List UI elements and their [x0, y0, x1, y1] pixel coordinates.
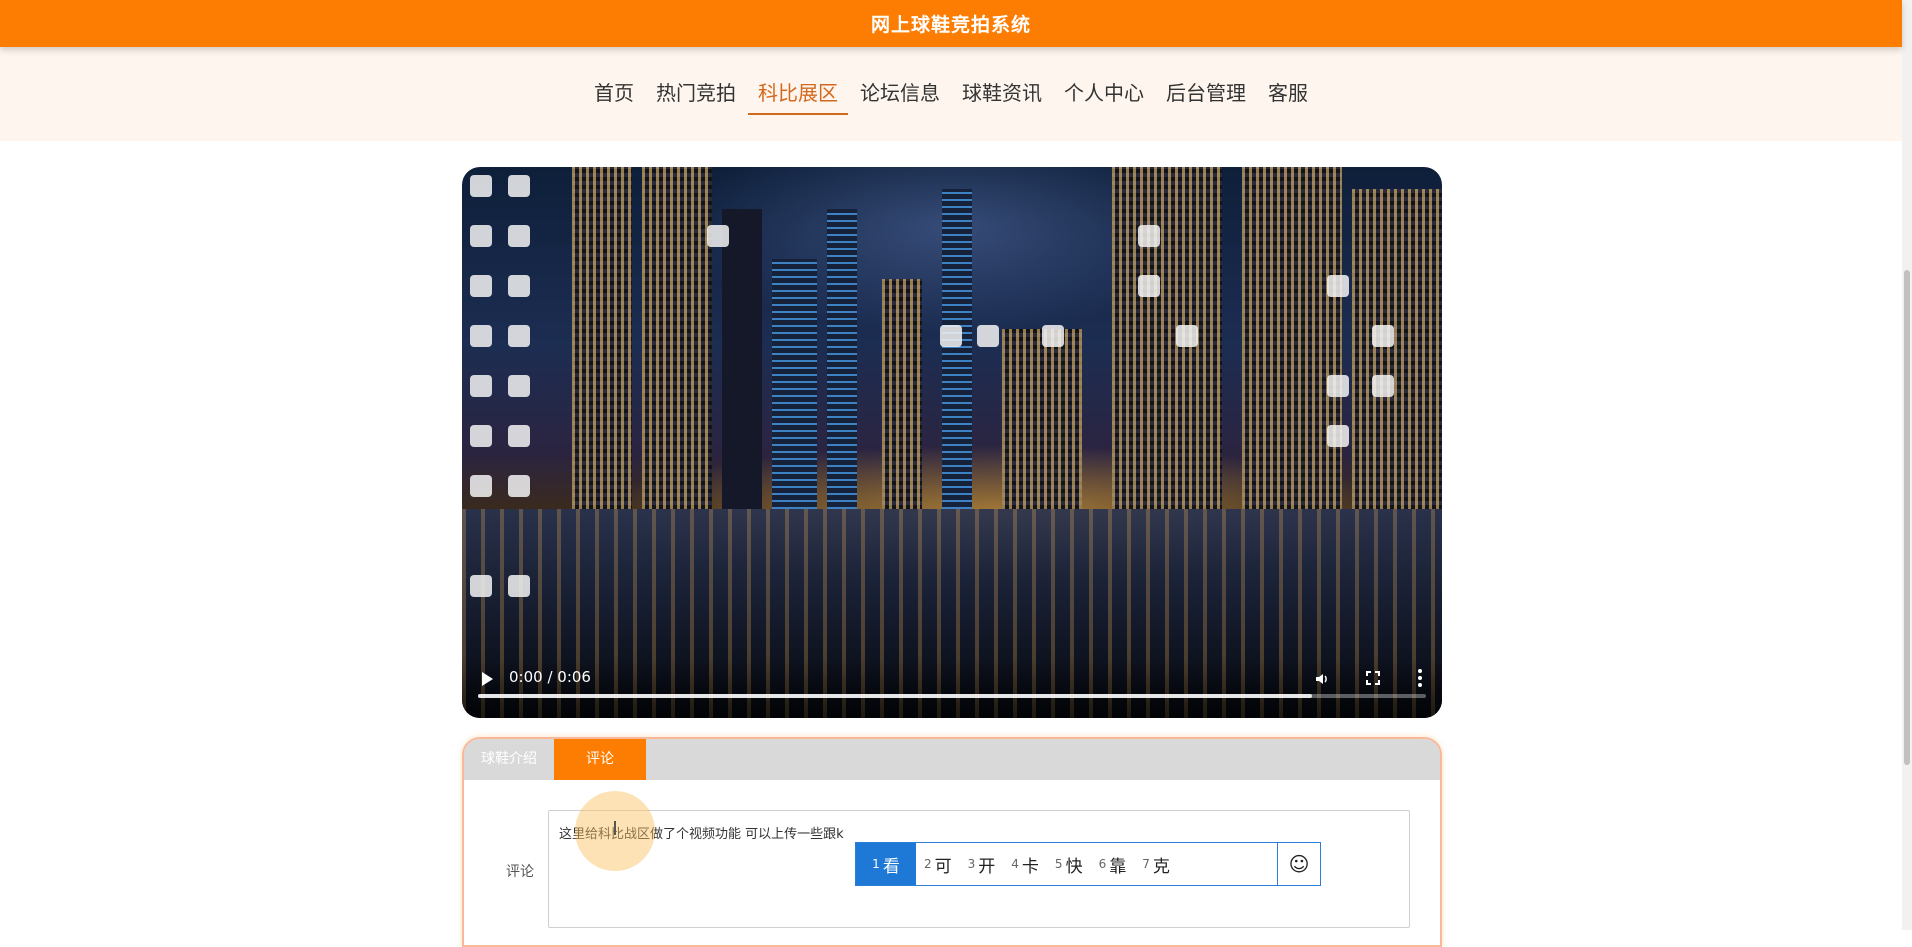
- nav-item-kobe-zone[interactable]: 科比展区: [748, 77, 848, 115]
- video-progress-bar[interactable]: [478, 694, 1426, 698]
- desktop-icon: [470, 575, 492, 597]
- building: [1242, 167, 1342, 509]
- emoji-icon[interactable]: ☺: [1277, 843, 1320, 885]
- ime-candidate[interactable]: 2可: [916, 843, 960, 885]
- desktop-icon: [1176, 325, 1198, 347]
- desktop-icon: [470, 425, 492, 447]
- ime-candidate[interactable]: 1看: [856, 843, 916, 885]
- desktop-icon: [508, 575, 530, 597]
- text-cursor-icon: [614, 821, 616, 835]
- desktop-icon: [1138, 225, 1160, 247]
- ime-candidate[interactable]: 6靠: [1091, 843, 1135, 885]
- desktop-icon: [508, 275, 530, 297]
- desktop-icon: [508, 175, 530, 197]
- desktop-icon: [508, 225, 530, 247]
- building: [882, 278, 922, 509]
- more-options-icon[interactable]: [1418, 669, 1422, 687]
- building: [1352, 188, 1442, 509]
- nav-item-support[interactable]: 客服: [1258, 77, 1318, 113]
- desktop-icon: [508, 325, 530, 347]
- volume-icon[interactable]: [1314, 671, 1330, 687]
- desktop-icon: [508, 475, 530, 497]
- building: [1002, 328, 1082, 509]
- desktop-icon: [977, 325, 999, 347]
- desktop-icon: [1327, 275, 1349, 297]
- main-nav: 首页 热门竞拍 科比展区 论坛信息 球鞋资讯 个人中心 后台管理 客服: [0, 77, 1902, 115]
- desktop-icon: [508, 375, 530, 397]
- desktop-icon: [470, 475, 492, 497]
- building: [772, 258, 817, 509]
- desktop-icon: [1327, 425, 1349, 447]
- video-controls: 0:00 / 0:06: [462, 658, 1442, 718]
- desktop-icon: [470, 275, 492, 297]
- tab-bar: 球鞋介绍 评论: [464, 739, 1440, 780]
- building: [942, 188, 972, 509]
- desktop-icon: [707, 225, 729, 247]
- ime-candidate[interactable]: 3开: [960, 843, 1004, 885]
- desktop-icon: [1327, 375, 1349, 397]
- desktop-icon: [1372, 375, 1394, 397]
- nav-item-home[interactable]: 首页: [584, 77, 644, 113]
- fullscreen-icon[interactable]: [1366, 671, 1380, 685]
- video-progress-fill: [478, 694, 1313, 698]
- scrollbar-thumb[interactable]: [1904, 270, 1910, 765]
- nav-item-sneaker-news[interactable]: 球鞋资讯: [952, 77, 1052, 113]
- desktop-icon: [1372, 325, 1394, 347]
- desktop-icon: [470, 225, 492, 247]
- nav-item-hot-auction[interactable]: 热门竞拍: [646, 77, 746, 113]
- building: [827, 208, 857, 509]
- nav-item-admin[interactable]: 后台管理: [1156, 77, 1256, 113]
- desktop-icon: [470, 175, 492, 197]
- ime-candidate[interactable]: 7克: [1134, 843, 1178, 885]
- building: [572, 167, 632, 509]
- desktop-icon: [508, 425, 530, 447]
- site-title: 网上球鞋竞拍系统: [870, 14, 1031, 36]
- page-scrollbar[interactable]: [1902, 0, 1912, 930]
- video-player[interactable]: 0:00 / 0:06: [462, 167, 1442, 718]
- comment-label: 评论: [506, 864, 534, 880]
- desktop-icon: [1042, 325, 1064, 347]
- tab-sneaker-intro[interactable]: 球鞋介绍: [464, 739, 554, 780]
- tab-comments[interactable]: 评论: [554, 739, 646, 780]
- play-icon[interactable]: [482, 672, 493, 686]
- desktop-icon: [940, 325, 962, 347]
- building: [1112, 167, 1222, 509]
- nav-bar: 首页 热门竞拍 科比展区 论坛信息 球鞋资讯 个人中心 后台管理 客服: [0, 47, 1902, 141]
- ime-candidate[interactable]: 5快: [1047, 843, 1091, 885]
- ime-candidate[interactable]: 4卡: [1003, 843, 1047, 885]
- video-time: 0:00 / 0:06: [509, 668, 591, 686]
- nav-item-forum[interactable]: 论坛信息: [850, 77, 950, 113]
- building: [722, 208, 762, 509]
- desktop-icon: [470, 375, 492, 397]
- ime-candidate-bar: 1看 2可 3开 4卡 5快 6靠 7克 ☺: [855, 842, 1321, 886]
- desktop-icon: [470, 325, 492, 347]
- building: [642, 167, 712, 509]
- title-bar: 网上球鞋竞拍系统: [0, 0, 1902, 47]
- nav-item-profile[interactable]: 个人中心: [1054, 77, 1154, 113]
- desktop-icon: [1138, 275, 1160, 297]
